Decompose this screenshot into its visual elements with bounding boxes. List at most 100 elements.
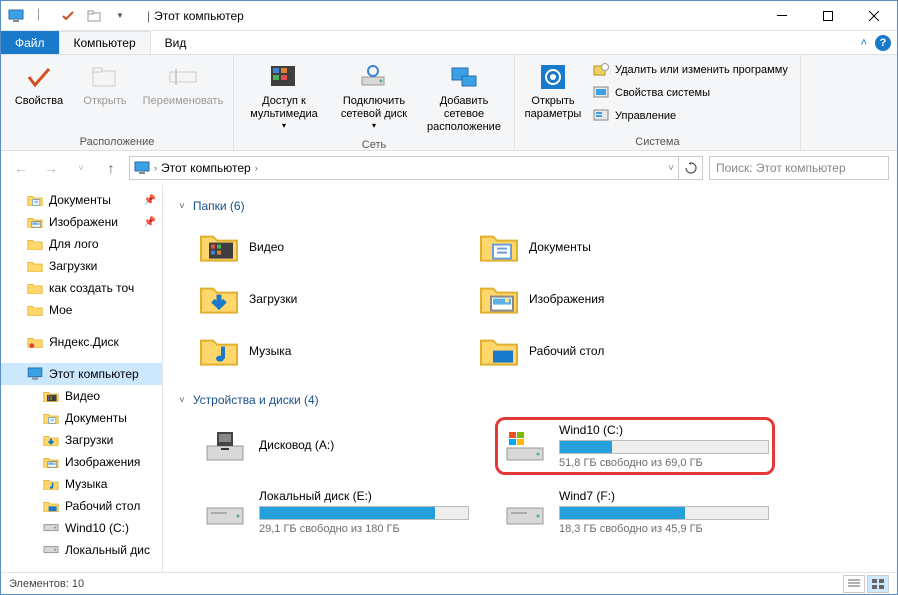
folder-item[interactable]: Видео bbox=[195, 223, 455, 271]
sidebar-item[interactable]: Загрузки bbox=[1, 255, 162, 277]
img-icon bbox=[43, 454, 59, 470]
drives-grid: Дисковод (A:) Wind10 (C:) 51,8 ГБ свободно… bbox=[179, 413, 881, 553]
doc-icon bbox=[43, 410, 59, 426]
sidebar-item[interactable]: Рабочий стол bbox=[1, 495, 162, 517]
drive-item[interactable]: Wind10 (C:) 51,8 ГБ свободно из 69,0 ГБ bbox=[495, 417, 775, 475]
status-text: Элементов: 10 bbox=[9, 578, 84, 590]
folder-item[interactable]: Загрузки bbox=[195, 275, 455, 323]
properties-qat-icon[interactable] bbox=[57, 5, 79, 27]
sidebar-item[interactable]: Яндекс.Диск bbox=[1, 331, 162, 353]
status-bar: Элементов: 10 bbox=[1, 572, 897, 594]
search-input[interactable]: Поиск: Этот компьютер bbox=[709, 156, 889, 180]
drive-item[interactable]: Локальный диск (E:)29,1 ГБ свободно из 1… bbox=[195, 483, 475, 541]
minimize-button[interactable] bbox=[759, 1, 805, 31]
group-header-drives[interactable]: ˅ Устройства и диски (4) bbox=[179, 387, 881, 413]
pc-icon bbox=[27, 366, 43, 382]
new-folder-qat-icon[interactable] bbox=[83, 5, 105, 27]
sidebar-item[interactable]: Документы📌 bbox=[1, 189, 162, 211]
back-button[interactable]: ← bbox=[9, 156, 33, 180]
sidebar-item-label: Wind10 (C:) bbox=[65, 521, 129, 535]
folder-item[interactable]: Документы bbox=[475, 223, 735, 271]
drive-icon bbox=[501, 427, 549, 465]
drive-free-text: 51,8 ГБ свободно из 69,0 ГБ bbox=[559, 457, 769, 469]
media-icon bbox=[268, 61, 300, 93]
breadcrumb-text[interactable]: Этот компьютер bbox=[161, 161, 251, 175]
drive-icon bbox=[201, 493, 249, 531]
qat-dropdown-icon[interactable]: ▼ bbox=[109, 5, 131, 27]
folder-label: Музыка bbox=[249, 344, 291, 358]
folder-label: Рабочий стол bbox=[529, 344, 604, 358]
group-header-folders[interactable]: ˅ Папки (6) bbox=[179, 193, 881, 219]
maximize-button[interactable] bbox=[805, 1, 851, 31]
sidebar-item[interactable]: Изображени📌 bbox=[1, 211, 162, 233]
pc-icon bbox=[134, 161, 150, 175]
drive-icon bbox=[201, 427, 249, 465]
map-drive-button[interactable]: Подключить сетевой диск ▾ bbox=[330, 59, 418, 133]
sidebar-item-label: Документы bbox=[65, 411, 127, 425]
media-access-button[interactable]: Доступ к мультимедиа ▾ bbox=[240, 59, 328, 133]
tab-view[interactable]: Вид bbox=[151, 31, 201, 54]
uninstall-button[interactable]: Удалить или изменить программу bbox=[587, 59, 794, 81]
ribbon-tabs: Файл Компьютер Вид ˄ ? bbox=[1, 31, 897, 55]
close-button[interactable] bbox=[851, 1, 897, 31]
system-props-button[interactable]: Свойства системы bbox=[587, 82, 794, 104]
sidebar-item[interactable]: Этот компьютер bbox=[1, 363, 162, 385]
tiles-view-button[interactable] bbox=[867, 575, 889, 593]
drive-capacity-bar bbox=[259, 506, 469, 520]
sidebar-item-label: Для лого bbox=[49, 237, 99, 251]
drive-icon bbox=[501, 493, 549, 531]
drive-capacity-bar bbox=[559, 506, 769, 520]
sidebar-item[interactable]: Музыка bbox=[1, 473, 162, 495]
sidebar-item[interactable]: Видео bbox=[1, 385, 162, 407]
drive-free-text: 18,3 ГБ свободно из 45,9 ГБ bbox=[559, 523, 769, 535]
tab-file[interactable]: Файл bbox=[1, 31, 59, 54]
sidebar-item-label: Яндекс.Диск bbox=[49, 335, 119, 349]
drive-label: Wind10 (C:) bbox=[559, 423, 769, 437]
tab-computer[interactable]: Компьютер bbox=[59, 31, 151, 54]
add-network-button[interactable]: Добавить сетевое расположение bbox=[420, 59, 508, 137]
sidebar-item[interactable]: Изображения bbox=[1, 451, 162, 473]
drive-item[interactable]: Дисковод (A:) bbox=[195, 417, 475, 475]
drive-item[interactable]: Wind7 (F:)18,3 ГБ свободно из 45,9 ГБ bbox=[495, 483, 775, 541]
ribbon-group-system: Открыть параметры Удалить или изменить п… bbox=[515, 55, 801, 150]
collapse-ribbon-icon[interactable]: ˄ bbox=[861, 37, 867, 49]
title-text: Этот компьютер bbox=[154, 9, 244, 23]
sidebar-item-label: как создать точ bbox=[49, 281, 134, 295]
folder-item[interactable]: Музыка bbox=[195, 327, 455, 375]
folder-label: Загрузки bbox=[249, 292, 297, 306]
recent-dropdown-icon[interactable]: ˅ bbox=[69, 156, 93, 180]
help-icon[interactable]: ? bbox=[875, 35, 891, 51]
refresh-button[interactable] bbox=[679, 156, 703, 180]
properties-button[interactable]: Свойства bbox=[7, 59, 71, 110]
details-view-button[interactable] bbox=[843, 575, 865, 593]
drive-capacity-bar bbox=[559, 440, 769, 454]
sidebar-item[interactable]: Wind10 (C:) bbox=[1, 517, 162, 539]
sidebar-item[interactable]: Для лого bbox=[1, 233, 162, 255]
navigation-bar: ← → ˅ ↑ › Этот компьютер › ˅ Поиск: Этот… bbox=[1, 151, 897, 185]
folder-item[interactable]: Изображения bbox=[475, 275, 735, 323]
group-location-label: Расположение bbox=[7, 134, 227, 148]
video-icon bbox=[43, 388, 59, 404]
doc-icon bbox=[27, 192, 43, 208]
sidebar-item[interactable]: Документы bbox=[1, 407, 162, 429]
doc-icon bbox=[479, 227, 519, 267]
sidebar-item[interactable]: Загрузки bbox=[1, 429, 162, 451]
manage-button[interactable]: Управление bbox=[587, 105, 794, 127]
content-pane[interactable]: ˅ Папки (6) Видео Документы Загрузки Изобра… bbox=[163, 185, 897, 572]
sidebar-item[interactable]: Локальный дис bbox=[1, 539, 162, 561]
music-icon bbox=[43, 476, 59, 492]
up-button[interactable]: ↑ bbox=[99, 156, 123, 180]
sidebar-item[interactable]: как создать точ bbox=[1, 277, 162, 299]
forward-button[interactable]: → bbox=[39, 156, 63, 180]
open-settings-button[interactable]: Открыть параметры bbox=[521, 59, 585, 123]
folder-item[interactable]: Рабочий стол bbox=[475, 327, 735, 375]
address-dropdown-icon[interactable]: ˅ bbox=[668, 163, 674, 174]
sidebar-item-label: Изображения bbox=[65, 455, 140, 469]
folder-label: Документы bbox=[529, 240, 591, 254]
folders-grid: Видео Документы Загрузки Изображения Музыка Р… bbox=[179, 219, 881, 387]
sidebar-item-label: Рабочий стол bbox=[65, 499, 140, 513]
rename-button: Переименовать bbox=[139, 59, 227, 110]
address-bar[interactable]: › Этот компьютер › ˅ bbox=[129, 156, 679, 180]
navigation-pane[interactable]: Документы📌Изображени📌 Для лого Загрузки как… bbox=[1, 185, 163, 572]
sidebar-item[interactable]: Мое bbox=[1, 299, 162, 321]
